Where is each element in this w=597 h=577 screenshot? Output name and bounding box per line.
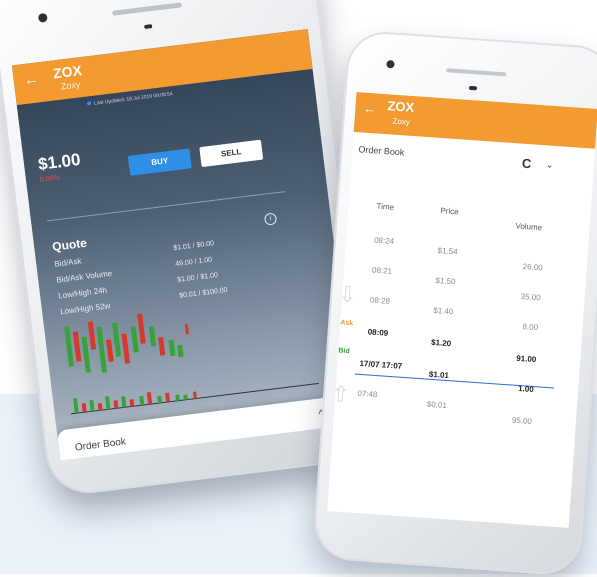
volume-bar	[183, 394, 188, 400]
ask-price: $1.40	[433, 305, 454, 317]
price-change: 0.00%	[39, 174, 61, 184]
bid-volume: 1.00	[517, 383, 535, 395]
quote-title: Quote	[51, 235, 88, 254]
order-book-screen: ← ZOX Zoxy Order Book C ⌄ Time Price Vol…	[327, 91, 597, 528]
candles	[64, 313, 189, 373]
quote-row-label: Bid/Ask	[53, 256, 82, 269]
live-dot-icon	[86, 101, 92, 106]
volume-bars	[72, 391, 197, 414]
volume-bar	[146, 391, 153, 405]
column-header-time: Time	[376, 201, 395, 212]
quote-row-value: $0.01 / $100.00	[178, 286, 229, 300]
candle	[137, 313, 146, 344]
back-arrow-icon[interactable]: ←	[363, 101, 377, 117]
column-header-price: Price	[440, 206, 459, 217]
divider	[47, 191, 286, 222]
candle	[168, 339, 176, 357]
ask-time: 08:09	[367, 327, 389, 338]
candle	[81, 336, 91, 373]
volume-bar	[97, 403, 103, 411]
bid-price: $0.01	[426, 399, 448, 411]
ask-volume: 26.00	[522, 262, 543, 273]
volume-bar	[193, 391, 197, 399]
refresh-icon[interactable]: C	[521, 156, 531, 172]
volume-bar	[113, 400, 119, 409]
current-price: $1.00	[37, 149, 82, 174]
candle	[158, 337, 166, 356]
ask-price: $1.54	[437, 246, 458, 257]
candle	[130, 326, 139, 353]
candle	[184, 323, 189, 335]
buy-button[interactable]: BUY	[127, 148, 192, 176]
candle	[87, 321, 97, 350]
ask-volume: 35.00	[520, 291, 541, 303]
bid-label: Bid	[338, 347, 350, 356]
volume-bar	[104, 396, 111, 410]
asset-name: Zoxy	[392, 116, 411, 127]
ask-price: $1.50	[435, 275, 456, 287]
back-arrow-icon[interactable]: ←	[23, 70, 40, 89]
info-icon[interactable]: i	[263, 212, 278, 226]
candle	[106, 339, 114, 362]
asset-symbol: ZOX	[387, 98, 415, 116]
ask-time: 08:21	[371, 265, 393, 276]
volume-bar	[72, 398, 79, 414]
phone-right: ← ZOX Zoxy Order Book C ⌄ Time Price Vol…	[311, 29, 597, 577]
sell-button[interactable]: SELL	[199, 139, 264, 168]
candle	[148, 326, 157, 347]
bid-time: 17/07 17:07	[359, 358, 403, 371]
quote-row-label: Low/High 24h	[57, 285, 108, 301]
quote-row-value: 49.00 / 1.00	[174, 256, 213, 268]
bid-price: $1.01	[428, 369, 450, 381]
ask-volume: 8.00	[522, 322, 539, 333]
volume-bar	[164, 392, 171, 403]
column-header-volume: Volume	[515, 221, 543, 233]
ask-price: $1.20	[430, 337, 452, 349]
proximity-sensor	[468, 85, 478, 91]
volume-bar	[121, 396, 127, 408]
candle	[72, 331, 82, 362]
candle	[96, 326, 107, 373]
ask-time: 08:24	[373, 235, 395, 246]
volume-bar	[129, 399, 135, 407]
candle	[121, 333, 131, 364]
quote-row-value: $1.00 / $1.00	[176, 271, 219, 284]
ask-time: 08:28	[369, 295, 391, 306]
volume-bar	[139, 395, 145, 406]
ask-volume: 91.00	[515, 353, 537, 365]
asset-name: Zoxy	[60, 79, 81, 92]
phone-left: ← ZOX Zoxy Last Updated: 18 Jul 2019 09:…	[0, 0, 375, 498]
quote-row-label: Bid/Ask Volume	[55, 268, 113, 285]
candle	[112, 322, 122, 357]
volume-bar	[157, 395, 163, 404]
volume-bar	[81, 402, 87, 413]
volume-bar	[89, 400, 95, 412]
ask-label: Ask	[340, 319, 354, 328]
candle	[64, 326, 75, 367]
candle	[177, 344, 184, 358]
chevron-down-icon[interactable]: ⌄	[545, 159, 554, 170]
trading-screen: ← ZOX Zoxy Last Updated: 18 Jul 2019 09:…	[11, 29, 357, 461]
order-book-label: Order Book	[74, 436, 127, 454]
order-book-title: Order Book	[358, 144, 405, 158]
volume-bar	[175, 394, 180, 401]
quote-row-value: $1.01 / $0.00	[173, 240, 215, 253]
bid-time: 07:48	[357, 388, 378, 400]
bid-volume: 95.00	[511, 415, 533, 427]
